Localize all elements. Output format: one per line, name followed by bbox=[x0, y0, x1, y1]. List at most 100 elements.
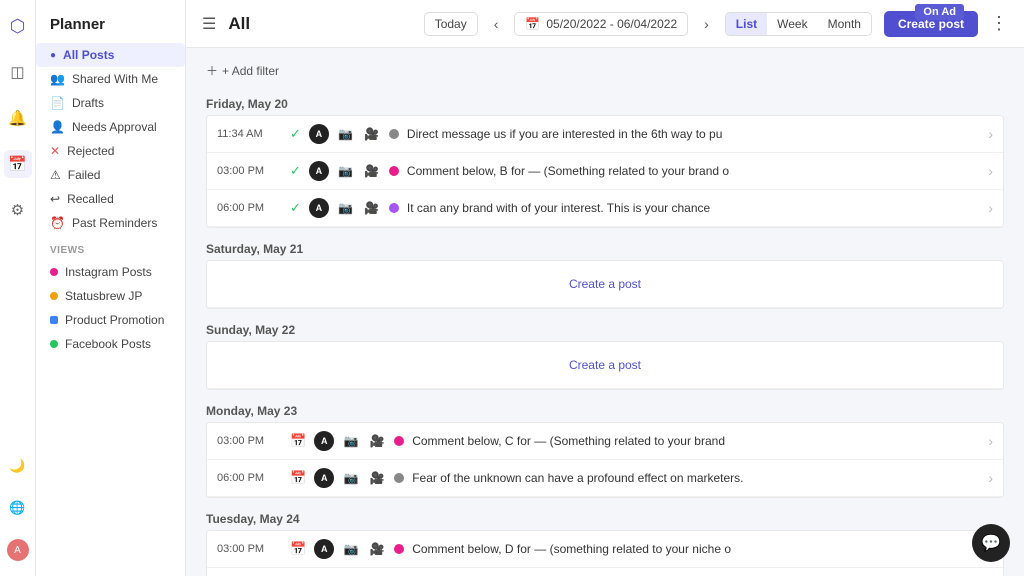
date-range-text: 05/20/2022 - 06/04/2022 bbox=[546, 17, 677, 31]
day-section-may20: Friday, May 20 11:34 AM ✓ A 📷 🎥 Direct m… bbox=[206, 89, 1004, 228]
nav-settings-icon[interactable]: ⚙ bbox=[4, 196, 32, 224]
moon-icon[interactable]: 🌙 bbox=[4, 452, 32, 480]
avatar: A bbox=[314, 431, 334, 451]
day-rows-may21: Create a post bbox=[206, 260, 1004, 309]
day-rows-may22: Create a post bbox=[206, 341, 1004, 390]
sidebar-item-needs-approval[interactable]: 👤 Needs Approval bbox=[36, 115, 185, 139]
post-row[interactable]: 06:00 PM 📅 A 📷 🎥 Comment below and let u… bbox=[207, 568, 1003, 576]
user-avatar-icon[interactable]: A bbox=[4, 536, 32, 564]
icon-rail: ⬡ ◫ 🔔 📅 ⚙ 🌙 🌐 A bbox=[0, 0, 36, 576]
topbar: ☰ All Today ‹ 📅 05/20/2022 - 06/04/2022 … bbox=[186, 0, 1024, 48]
add-filter-button[interactable]: ＋ + Add filter bbox=[206, 62, 279, 79]
post-text: It can any brand with of your interest. … bbox=[407, 201, 980, 215]
menu-icon[interactable]: ☰ bbox=[202, 14, 216, 34]
add-filter-icon: ＋ bbox=[206, 62, 218, 79]
day-rows-may20: 11:34 AM ✓ A 📷 🎥 Direct message us if yo… bbox=[206, 115, 1004, 228]
day-section-may23: Monday, May 23 03:00 PM 📅 A 📷 🎥 Comment … bbox=[206, 396, 1004, 498]
instagram-icon: 📷 bbox=[342, 432, 360, 450]
sidebar-item-recalled[interactable]: ↩ Recalled bbox=[36, 187, 185, 211]
post-row[interactable]: 03:00 PM ✓ A 📷 🎥 Comment below, B for — … bbox=[207, 153, 1003, 190]
post-row[interactable]: 03:00 PM 📅 A 📷 🎥 Comment below, C for — … bbox=[207, 423, 1003, 460]
sidebar-label-product-promotion: Product Promotion bbox=[65, 313, 164, 327]
avatar: A bbox=[314, 539, 334, 559]
sidebar: Planner ● All Posts 👥 Shared With Me 📄 D… bbox=[36, 0, 186, 576]
day-section-may24: Tuesday, May 24 03:00 PM 📅 A 📷 🎥 Comment… bbox=[206, 504, 1004, 576]
sidebar-item-instagram-posts[interactable]: Instagram Posts bbox=[36, 260, 185, 284]
next-nav-button[interactable]: › bbox=[700, 14, 713, 34]
add-filter-label: + Add filter bbox=[222, 64, 279, 78]
day-header-may23: Monday, May 23 bbox=[206, 396, 1004, 422]
instagram-icon: 📷 bbox=[337, 162, 355, 180]
month-view-button[interactable]: Month bbox=[818, 13, 871, 35]
post-color-dot bbox=[394, 473, 404, 483]
post-status-calendar: 📅 bbox=[290, 541, 306, 557]
post-text: Comment below, D for — (something relate… bbox=[412, 542, 980, 556]
sidebar-label-drafts: Drafts bbox=[72, 96, 104, 110]
post-row[interactable]: 06:00 PM 📅 A 📷 🎥 Fear of the unknown can… bbox=[207, 460, 1003, 497]
camera-icon: 🎥 bbox=[368, 540, 386, 558]
post-status-check: ✓ bbox=[290, 163, 301, 179]
main-panel: ☰ All Today ‹ 📅 05/20/2022 - 06/04/2022 … bbox=[186, 0, 1024, 576]
sidebar-label-needs-approval: Needs Approval bbox=[72, 120, 157, 134]
chevron-right-icon: › bbox=[988, 433, 993, 449]
instagram-icon: 📷 bbox=[337, 125, 355, 143]
week-view-button[interactable]: Week bbox=[767, 13, 817, 35]
avatar: A bbox=[314, 468, 334, 488]
sidebar-label-failed: Failed bbox=[68, 168, 101, 182]
post-status-check: ✓ bbox=[290, 126, 301, 142]
post-status-calendar: 📅 bbox=[290, 470, 306, 486]
camera-icon: 🎥 bbox=[368, 432, 386, 450]
view-switcher: List Week Month bbox=[725, 12, 872, 36]
nav-analytics-icon[interactable]: ◫ bbox=[4, 58, 32, 86]
post-time: 03:00 PM bbox=[217, 165, 282, 177]
sidebar-item-statusbrew-jp[interactable]: Statusbrew JP bbox=[36, 284, 185, 308]
post-status-check: ✓ bbox=[290, 200, 301, 216]
camera-icon: 🎥 bbox=[363, 162, 381, 180]
sidebar-item-shared[interactable]: 👥 Shared With Me bbox=[36, 67, 185, 91]
more-options-icon[interactable]: ⋮ bbox=[990, 13, 1008, 34]
sidebar-label-shared: Shared With Me bbox=[72, 72, 158, 86]
sidebar-label-rejected: Rejected bbox=[67, 144, 114, 158]
post-row[interactable]: 06:00 PM ✓ A 📷 🎥 It can any brand with o… bbox=[207, 190, 1003, 227]
on-ad-badge: On Ad bbox=[915, 4, 964, 20]
instagram-icon: 📷 bbox=[342, 540, 360, 558]
sidebar-title: Planner bbox=[36, 12, 185, 43]
sidebar-item-product-promotion[interactable]: Product Promotion bbox=[36, 308, 185, 332]
create-post-row: Create a post bbox=[207, 342, 1003, 389]
post-text: Comment below, B for — (Something relate… bbox=[407, 164, 980, 178]
post-text: Comment below, C for — (Something relate… bbox=[412, 434, 980, 448]
prev-nav-button[interactable]: ‹ bbox=[490, 14, 503, 34]
nav-bell-icon[interactable]: 🔔 bbox=[4, 104, 32, 132]
instagram-icon: 📷 bbox=[337, 199, 355, 217]
sidebar-item-facebook-posts[interactable]: Facebook Posts bbox=[36, 332, 185, 356]
day-header-may21: Saturday, May 21 bbox=[206, 234, 1004, 260]
nav-calendar-icon[interactable]: 📅 bbox=[4, 150, 32, 178]
day-header-may20: Friday, May 20 bbox=[206, 89, 1004, 115]
date-range-picker[interactable]: 📅 05/20/2022 - 06/04/2022 bbox=[514, 12, 688, 36]
post-row[interactable]: 03:00 PM 📅 A 📷 🎥 Comment below, D for — … bbox=[207, 531, 1003, 568]
logo-icon[interactable]: ⬡ bbox=[4, 12, 32, 40]
today-button[interactable]: Today bbox=[424, 12, 478, 36]
create-post-link[interactable]: Create a post bbox=[569, 358, 641, 372]
chevron-right-icon: › bbox=[988, 126, 993, 142]
post-row[interactable]: 11:34 AM ✓ A 📷 🎥 Direct message us if yo… bbox=[207, 116, 1003, 153]
page-title: All bbox=[228, 14, 250, 34]
globe-icon[interactable]: 🌐 bbox=[4, 494, 32, 522]
sidebar-item-all-posts[interactable]: ● All Posts bbox=[36, 43, 185, 67]
chat-icon: 💬 bbox=[981, 533, 1001, 553]
create-post-link[interactable]: Create a post bbox=[569, 277, 641, 291]
day-rows-may24: 03:00 PM 📅 A 📷 🎥 Comment below, D for — … bbox=[206, 530, 1004, 576]
views-section-label: VIEWS bbox=[36, 235, 185, 260]
avatar: A bbox=[309, 198, 329, 218]
sidebar-item-rejected[interactable]: ✕ Rejected bbox=[36, 139, 185, 163]
post-color-dot bbox=[389, 129, 399, 139]
list-view-button[interactable]: List bbox=[726, 13, 767, 35]
post-status-calendar: 📅 bbox=[290, 433, 306, 449]
sidebar-item-drafts[interactable]: 📄 Drafts bbox=[36, 91, 185, 115]
post-text: Direct message us if you are interested … bbox=[407, 127, 980, 141]
sidebar-item-past-reminders[interactable]: ⏰ Past Reminders bbox=[36, 211, 185, 235]
sidebar-item-failed[interactable]: ⚠ Failed bbox=[36, 163, 185, 187]
chat-bubble-button[interactable]: 💬 bbox=[972, 524, 1010, 562]
avatar: A bbox=[309, 161, 329, 181]
sidebar-label-facebook-posts: Facebook Posts bbox=[65, 337, 151, 351]
